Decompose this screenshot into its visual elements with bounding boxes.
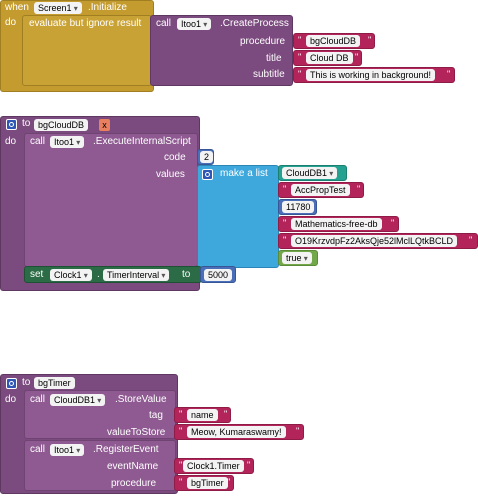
quote-icon: " (298, 69, 302, 79)
true-dropdown[interactable]: true (282, 252, 312, 264)
quote-icon: " (298, 35, 302, 45)
clouddb-dropdown[interactable]: CloudDB1 (50, 394, 106, 406)
method-name: .CreateProcess (220, 18, 289, 29)
dot-separator: . (97, 269, 100, 280)
event-text[interactable]: Clock1.Timer (183, 460, 244, 472)
do-keyword: do (5, 394, 17, 405)
quote-icon: " (283, 235, 287, 245)
screen-dropdown[interactable]: Screen1 (34, 2, 82, 14)
itoo-dropdown[interactable]: Itoo1 (177, 18, 212, 30)
proc-name-field[interactable]: bgTimer (34, 377, 75, 389)
when-keyword: when (5, 2, 29, 13)
evaluate-label: evaluate but ignore result (29, 18, 142, 29)
make-list-label: make a list (220, 168, 268, 179)
tag-text[interactable]: name (187, 409, 218, 421)
method-name: .StoreValue (115, 394, 167, 405)
event-name-label: eventName (107, 461, 159, 472)
to-keyword: to (22, 118, 31, 129)
token-text[interactable]: O19KrzvdpFz2AksQje52lMclLQtkBCLD (291, 235, 458, 247)
quote-icon: " (179, 426, 183, 436)
quote-icon: " (179, 409, 183, 419)
quote-icon: " (224, 409, 228, 419)
gear-icon[interactable] (202, 169, 213, 180)
itoo-dropdown[interactable]: Itoo1 (50, 136, 85, 148)
value-text[interactable]: Meow, Kumaraswamy! (187, 426, 286, 438)
clock-dropdown[interactable]: Clock1 (50, 269, 92, 281)
itoo-dropdown[interactable]: Itoo1 (50, 444, 85, 456)
param-subtitle-label: subtitle (253, 69, 285, 80)
quote-icon: " (296, 426, 300, 436)
quote-icon: " (355, 52, 359, 62)
param-title-label: title (266, 53, 282, 64)
quote-icon: " (368, 35, 372, 45)
x-param-button[interactable]: x (99, 119, 110, 131)
procedure-label: procedure (111, 478, 157, 489)
property-dropdown[interactable]: TimerInterval (103, 269, 170, 281)
quote-icon: " (283, 218, 287, 228)
method-name: .RegisterEvent (93, 444, 159, 455)
values-label: values (156, 169, 185, 180)
quote-icon: " (179, 477, 183, 487)
quote-icon: " (298, 52, 302, 62)
subtitle-text[interactable]: This is working in background! (306, 69, 436, 81)
param-procedure-label: procedure (240, 36, 286, 47)
code-label: code (164, 152, 186, 163)
project-text[interactable]: AccPropTest (291, 184, 350, 196)
call-keyword: call (30, 444, 46, 455)
procedure-text[interactable]: bgCloudDB (306, 35, 361, 47)
quote-icon: " (247, 460, 251, 470)
quote-icon: " (469, 235, 473, 245)
do-keyword: do (5, 136, 17, 147)
interval-value[interactable]: 5000 (204, 269, 233, 281)
event-name: .Initialize (88, 2, 127, 13)
do-keyword: do (5, 17, 17, 28)
quote-icon: " (391, 218, 395, 228)
gear-icon[interactable] (6, 119, 17, 130)
set-keyword: set (30, 269, 44, 280)
method-name: .ExecuteInternalScript (93, 136, 191, 147)
call-keyword: call (30, 394, 46, 405)
quote-icon: " (357, 184, 361, 194)
to-keyword: to (182, 269, 191, 280)
call-keyword: call (30, 136, 46, 147)
server-text[interactable]: Mathematics-free-db (291, 218, 382, 230)
quote-icon: " (447, 69, 451, 79)
port-value[interactable]: 11780 (282, 201, 315, 213)
tag-label: tag (149, 410, 163, 421)
procedure-text[interactable]: bgTimer (187, 477, 228, 489)
gear-icon[interactable] (6, 378, 17, 389)
title-text[interactable]: Cloud DB (306, 52, 353, 64)
code-value[interactable]: 2 (200, 151, 214, 163)
clouddb-dropdown[interactable]: CloudDB1 (282, 167, 338, 179)
proc-name-field[interactable]: bgCloudDB (34, 119, 89, 131)
value-to-store-label: valueToStore (107, 427, 166, 438)
call-keyword: call (156, 18, 172, 29)
quote-icon: " (227, 477, 231, 487)
quote-icon: " (283, 184, 287, 194)
to-keyword: to (22, 377, 31, 388)
quote-icon: " (179, 460, 183, 470)
